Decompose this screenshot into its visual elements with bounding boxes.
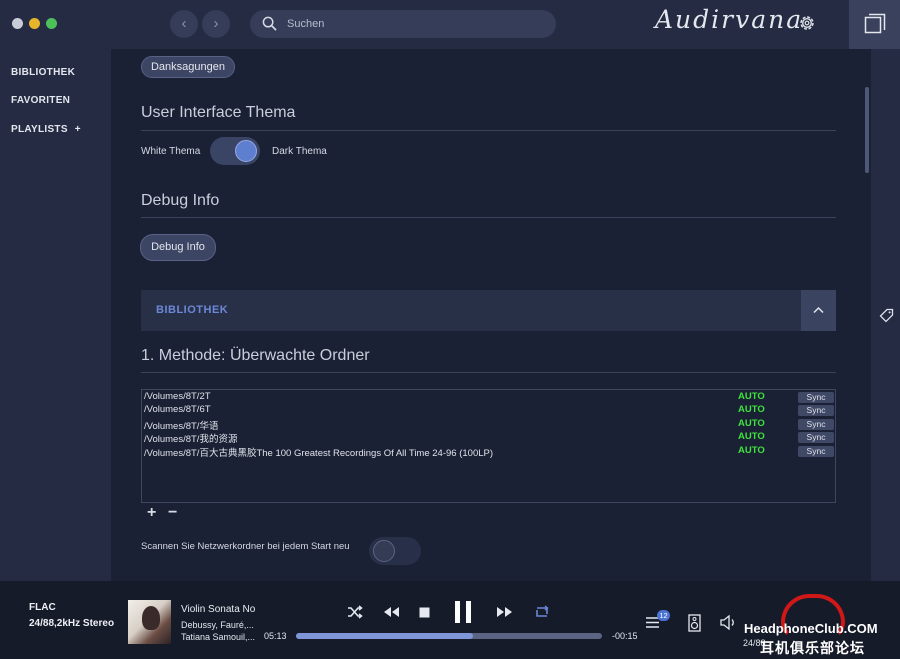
- folder-path: /Volumes/8T/2T: [144, 391, 211, 402]
- next-icon[interactable]: [496, 606, 513, 618]
- progress-fill: [296, 633, 474, 639]
- sidebar-item-playlists[interactable]: PLAYLISTS +: [11, 124, 81, 135]
- forward-button[interactable]: ›: [202, 10, 230, 38]
- folder-mode[interactable]: AUTO: [738, 431, 765, 442]
- back-button[interactable]: ‹: [170, 10, 198, 38]
- sync-button[interactable]: Sync: [798, 392, 834, 403]
- elapsed-time: 05:13: [264, 631, 287, 641]
- divider: [141, 130, 836, 131]
- folder-mode[interactable]: AUTO: [738, 404, 765, 415]
- windows-icon: [864, 13, 886, 34]
- remove-folder-button[interactable]: −: [168, 504, 177, 522]
- divider: [141, 372, 836, 373]
- queue-count-badge: 12: [657, 610, 670, 621]
- watermark-brand: HeadphoneClub.COM: [744, 621, 878, 636]
- mini-player-button[interactable]: [849, 0, 900, 49]
- folder-path: /Volumes/8T/华语: [144, 421, 219, 432]
- list-item[interactable]: /Volumes/8T/华语 AUTO Sync: [142, 418, 835, 432]
- sync-button[interactable]: Sync: [798, 419, 834, 430]
- audio-format-detail: 24/88,2kHz Stereo: [29, 618, 115, 629]
- add-playlist-button[interactable]: +: [75, 124, 81, 135]
- folder-mode[interactable]: AUTO: [738, 391, 765, 402]
- debug-info-title: Debug Info: [141, 192, 220, 209]
- sync-button[interactable]: Sync: [798, 432, 834, 443]
- list-item[interactable]: /Volumes/8T/2T AUTO Sync: [142, 391, 835, 404]
- watermark-chinese: 耳机俱乐部论坛: [760, 640, 865, 656]
- scan-network-toggle[interactable]: [369, 537, 421, 565]
- track-composers[interactable]: Debussy, Fauré,...: [181, 620, 254, 630]
- credits-button[interactable]: Danksagungen: [141, 56, 235, 78]
- sidebar-item-favoriten[interactable]: FAVORITEN: [11, 95, 70, 106]
- audio-format: FLAC: [29, 602, 56, 613]
- player-bar: FLAC 24/88,2kHz Stereo Violin Sonata No …: [0, 581, 900, 659]
- folder-path: /Volumes/8T/百大古典黑胶The 100 Greatest Recor…: [144, 448, 494, 459]
- shuffle-icon[interactable]: [347, 605, 363, 619]
- watched-folders-title: 1. Methode: Überwachte Ordner: [141, 347, 370, 364]
- sidebar-item-bibliothek[interactable]: BIBLIOTHEK: [11, 67, 75, 78]
- title-bar: ‹ › Audirvana: [0, 0, 900, 49]
- sync-button[interactable]: Sync: [798, 405, 834, 416]
- previous-icon[interactable]: [383, 606, 400, 618]
- theme-toggle[interactable]: [210, 137, 260, 165]
- track-artists[interactable]: Tatiana Samouil,...: [181, 632, 255, 642]
- sync-button[interactable]: Sync: [798, 446, 834, 457]
- add-folder-button[interactable]: +: [147, 504, 156, 522]
- gear-icon[interactable]: [797, 13, 817, 33]
- speaker-device-icon[interactable]: [688, 614, 701, 632]
- dark-theme-label: Dark Thema: [272, 146, 327, 157]
- repeat-icon[interactable]: [534, 605, 550, 619]
- chevron-up-icon: [813, 306, 824, 314]
- volume-icon[interactable]: [720, 615, 738, 630]
- white-theme-label: White Thema: [141, 146, 201, 157]
- folder-mode[interactable]: AUTO: [738, 418, 765, 429]
- watched-folders-list[interactable]: /Volumes/8T/2T AUTO Sync /Volumes/8T/6T …: [141, 389, 836, 503]
- stop-icon[interactable]: [419, 607, 430, 618]
- album-cover[interactable]: [128, 600, 171, 644]
- collapse-button[interactable]: [801, 290, 836, 331]
- cover-figure: [142, 606, 160, 630]
- search-box[interactable]: [250, 10, 556, 38]
- app-logo: Audirvana: [655, 5, 804, 34]
- list-item[interactable]: /Volumes/8T/我的资源 AUTO Sync: [142, 431, 835, 445]
- folder-mode[interactable]: AUTO: [738, 445, 765, 456]
- folder-path: /Volumes/8T/我的资源: [144, 434, 238, 445]
- toggle-knob: [373, 540, 395, 562]
- list-item[interactable]: /Volumes/8T/6T AUTO Sync: [142, 404, 835, 417]
- list-item[interactable]: /Volumes/8T/百大古典黑胶The 100 Greatest Recor…: [142, 445, 835, 459]
- settings-panel: Danksagungen User Interface Thema White …: [111, 49, 871, 581]
- toggle-knob: [235, 140, 257, 162]
- progress-bar[interactable]: [296, 633, 602, 639]
- divider: [141, 217, 836, 218]
- search-input[interactable]: [287, 14, 547, 34]
- track-title[interactable]: Violin Sonata No: [181, 604, 257, 615]
- folder-path: /Volumes/8T/6T: [144, 404, 211, 415]
- scan-network-label: Scannen Sie Netzwerkordner bei jedem Sta…: [141, 541, 350, 552]
- pause-icon[interactable]: [454, 601, 472, 623]
- window-zoom-dot[interactable]: [46, 18, 57, 29]
- library-section-header[interactable]: BIBLIOTHEK: [141, 290, 836, 331]
- sidebar: BIBLIOTHEK FAVORITEN PLAYLISTS +: [0, 49, 111, 581]
- window-minimize-dot[interactable]: [29, 18, 40, 29]
- search-icon: [262, 16, 277, 31]
- tag-icon[interactable]: [879, 308, 894, 323]
- scrollbar-thumb[interactable]: [865, 87, 869, 173]
- sidebar-item-playlists-label[interactable]: PLAYLISTS: [11, 124, 68, 135]
- window-close-dot[interactable]: [12, 18, 23, 29]
- debug-info-button[interactable]: Debug Info: [140, 234, 216, 261]
- library-section-title: BIBLIOTHEK: [156, 304, 229, 316]
- remaining-time: -00:15: [612, 631, 638, 641]
- ui-theme-title: User Interface Thema: [141, 104, 296, 121]
